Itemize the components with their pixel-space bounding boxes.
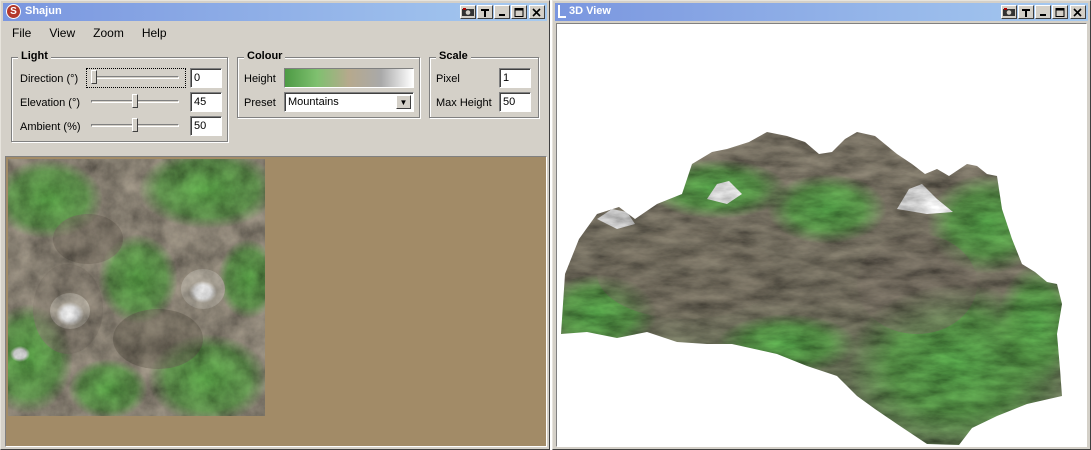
- max-height-field[interactable]: 50: [499, 92, 531, 112]
- view3d-window: 3D View: [552, 0, 1091, 450]
- direction-label: Direction (°): [20, 73, 79, 85]
- pixel-label: Pixel: [436, 73, 460, 85]
- scale-group-label: Scale: [436, 50, 471, 62]
- light-group-label: Light: [18, 50, 51, 62]
- view3d-titlebar[interactable]: 3D View: [555, 3, 1088, 21]
- max-height-label: Max Height: [436, 97, 492, 109]
- direction-slider-track[interactable]: [91, 76, 179, 79]
- menu-view[interactable]: View: [40, 23, 84, 43]
- maximize-button[interactable]: [511, 5, 527, 19]
- height-gradient-bar[interactable]: [284, 68, 414, 88]
- elevation-label: Elevation (°): [20, 97, 81, 109]
- maximize-button[interactable]: [1052, 5, 1068, 19]
- minimize-button[interactable]: [1035, 5, 1051, 19]
- view3d-canvas[interactable]: [556, 23, 1087, 447]
- dropdown-arrow-icon[interactable]: ▼: [396, 95, 411, 109]
- close-button[interactable]: [529, 5, 545, 19]
- height-label: Height: [244, 73, 276, 85]
- heightmap-preview-image: [8, 159, 265, 416]
- view3d-title-buttons: [1000, 5, 1086, 19]
- ambient-slider-thumb[interactable]: [132, 118, 138, 132]
- menu-help[interactable]: Help: [133, 23, 176, 43]
- direction-slider-thumb[interactable]: [91, 70, 97, 84]
- elevation-slider-thumb[interactable]: [132, 94, 138, 108]
- view3d-app-icon[interactable]: [558, 5, 566, 18]
- elevation-field[interactable]: 45: [190, 92, 222, 112]
- main-title-buttons: [459, 5, 545, 19]
- preset-dropdown[interactable]: Mountains ▼: [284, 92, 414, 112]
- main-window: S Shajun File View Zoom Help Light Direc…: [0, 0, 550, 450]
- preset-label: Preset: [244, 97, 276, 109]
- app-logo-icon[interactable]: S: [6, 4, 21, 19]
- pin-icon[interactable]: [477, 5, 493, 19]
- terrain-3d-render: [561, 132, 1062, 445]
- direction-field[interactable]: 0: [190, 68, 222, 88]
- light-group: Light Direction (°) 0 Elevation (°) 45 A…: [11, 50, 228, 142]
- menu-bar: File View Zoom Help: [3, 23, 547, 43]
- pin-icon[interactable]: [1018, 5, 1034, 19]
- preset-value: Mountains: [288, 96, 339, 108]
- camera-icon[interactable]: [460, 5, 476, 19]
- main-titlebar[interactable]: S Shajun: [3, 3, 547, 21]
- colour-group: Colour Height Preset Mountains ▼: [237, 50, 420, 118]
- colour-group-label: Colour: [244, 50, 286, 62]
- close-button[interactable]: [1070, 5, 1086, 19]
- maximize-icon: [1055, 7, 1065, 17]
- ambient-label: Ambient (%): [20, 121, 81, 133]
- pixel-field[interactable]: 1: [499, 68, 531, 88]
- ambient-field[interactable]: 50: [190, 116, 222, 136]
- maximize-icon: [514, 7, 524, 17]
- view3d-window-title: 3D View: [569, 5, 611, 17]
- minimize-button[interactable]: [494, 5, 510, 19]
- camera-icon[interactable]: [1001, 5, 1017, 19]
- scale-group: Scale Pixel 1 Max Height 50: [429, 50, 539, 118]
- menu-file[interactable]: File: [3, 23, 40, 43]
- minimize-icon: [499, 13, 505, 16]
- minimize-icon: [1040, 13, 1046, 16]
- close-icon: [532, 7, 541, 17]
- menu-zoom[interactable]: Zoom: [84, 23, 133, 43]
- main-window-title: Shajun: [25, 5, 62, 17]
- heightmap-canvas-area[interactable]: [5, 156, 547, 447]
- close-icon: [1073, 7, 1082, 17]
